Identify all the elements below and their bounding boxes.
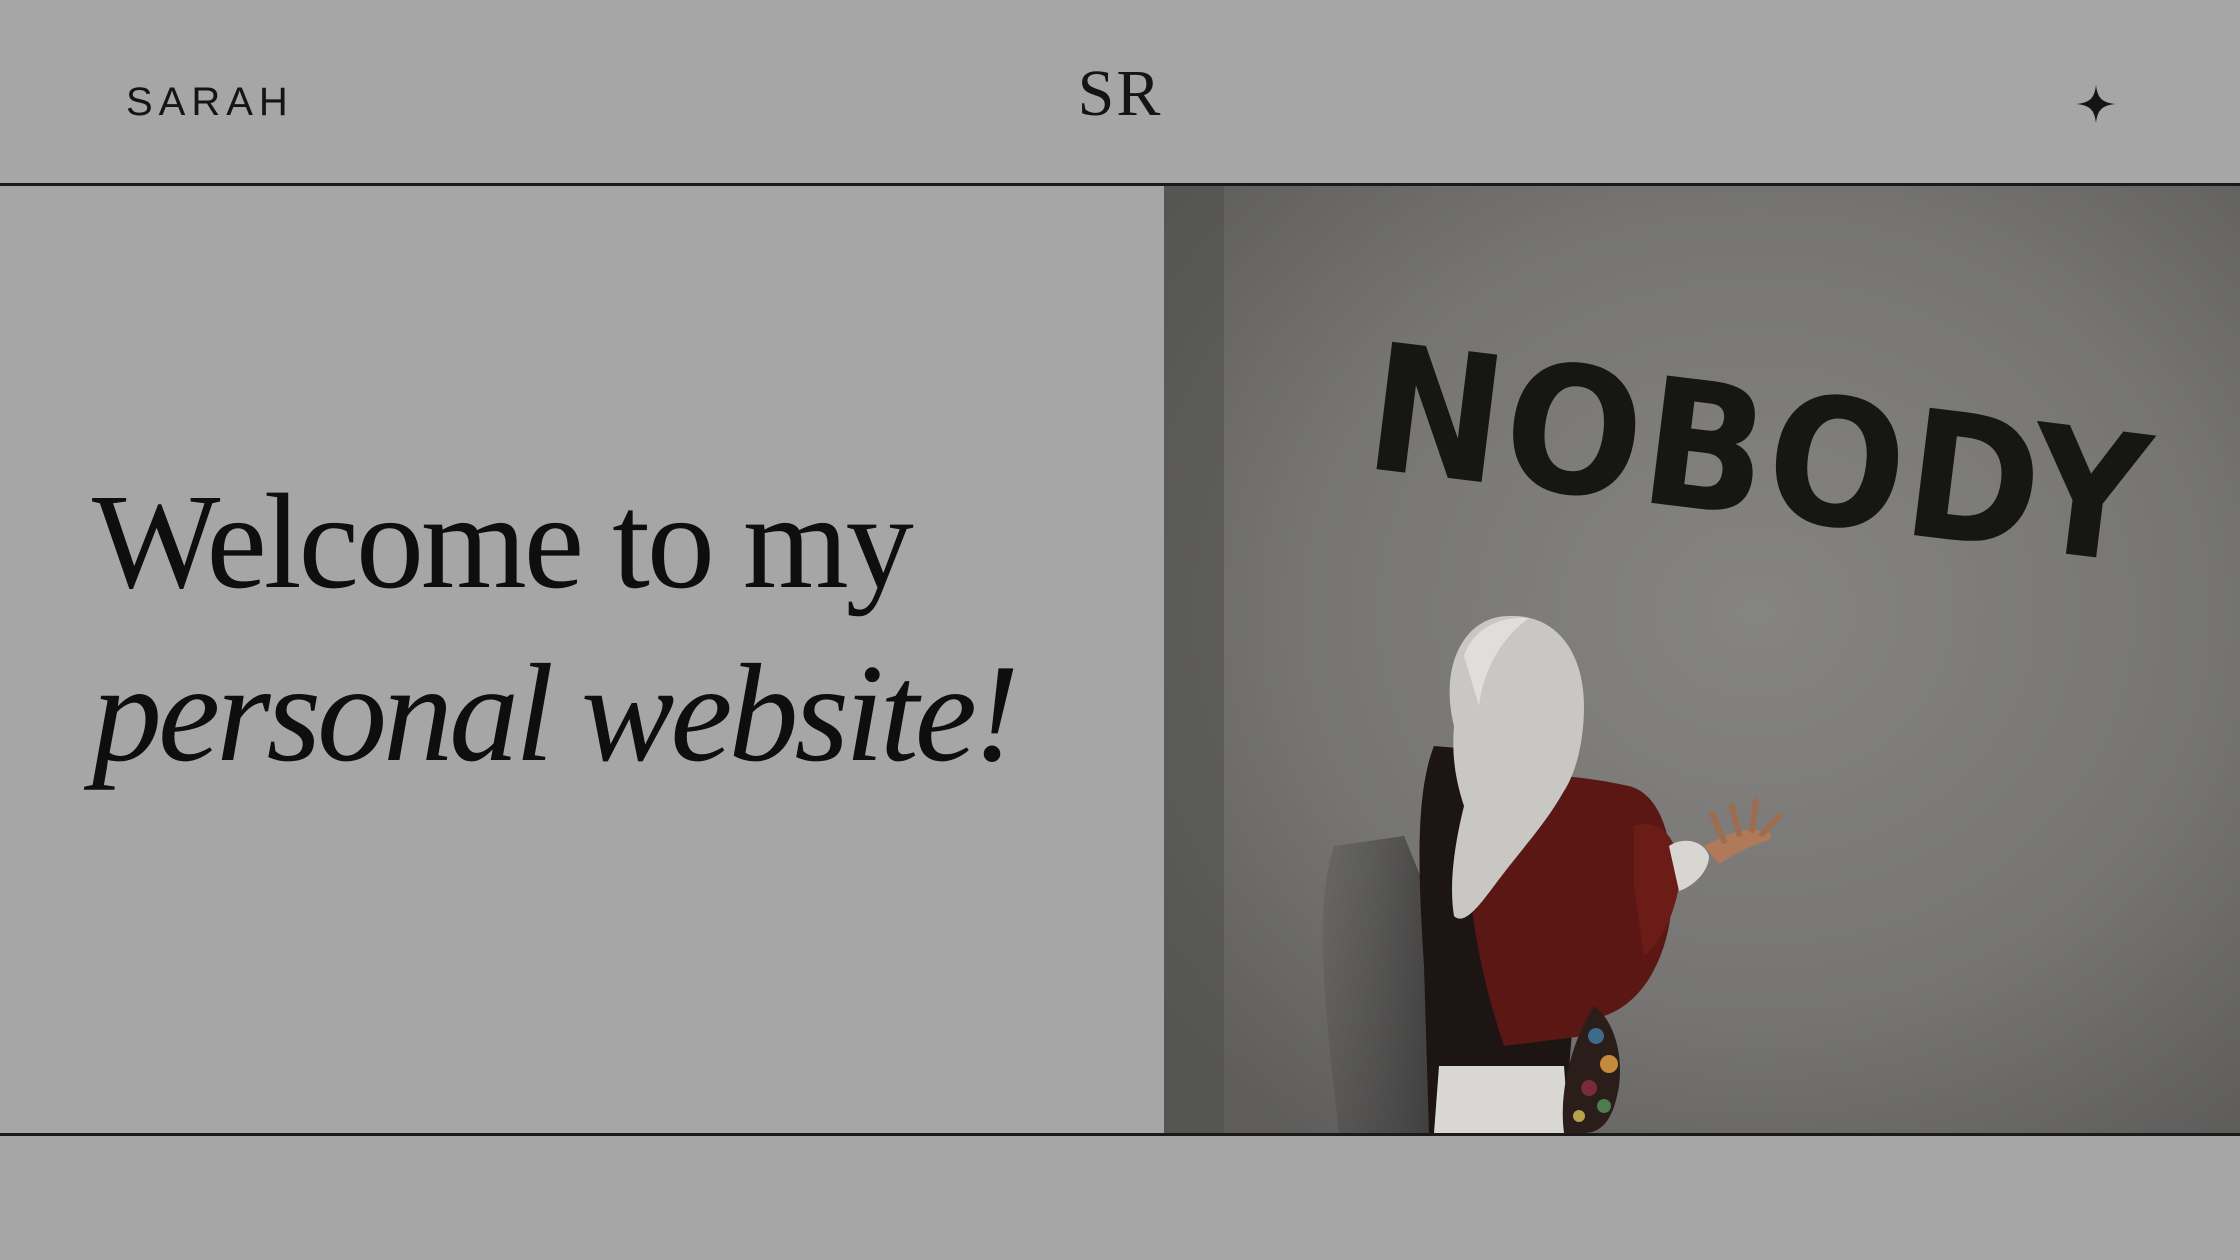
hero-photo: NOBODY (1164, 186, 2240, 1133)
site-name-link[interactable]: SARAH (126, 80, 294, 125)
monogram-logo[interactable]: SR (1070, 56, 1170, 132)
site-header: SARAH SR (0, 0, 2240, 186)
hero-photo-illustration: NOBODY (1164, 186, 2240, 1133)
headline-line-2: personal website! (92, 636, 1020, 791)
sparkle-icon[interactable] (2076, 84, 2116, 124)
hero-text-panel: Welcome to my personal website! (0, 186, 1164, 1133)
headline-line-1: Welcome to my (92, 467, 914, 617)
hero-section: Welcome to my personal website! NOBODY (0, 186, 2240, 1136)
hero-headline: Welcome to my personal website! (92, 456, 1020, 800)
